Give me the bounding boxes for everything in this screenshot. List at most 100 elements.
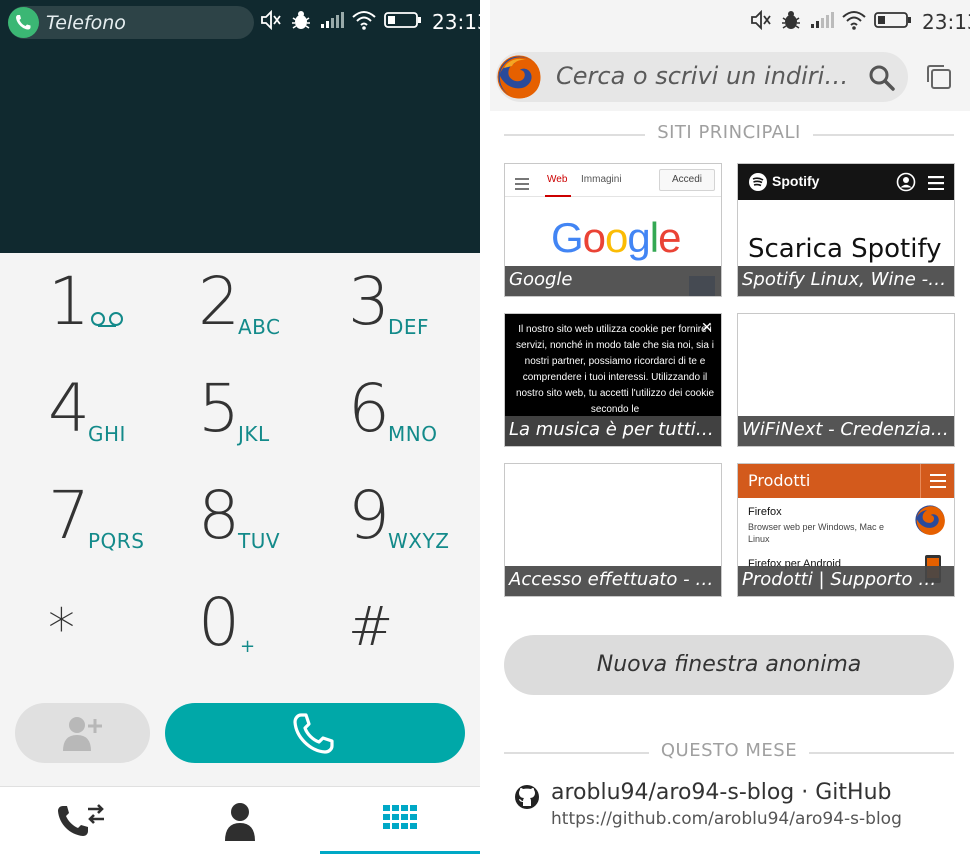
call-button[interactable] bbox=[165, 703, 465, 763]
history-item-url: https://github.com/aroblu94/aro94-s-blog bbox=[551, 809, 902, 829]
key-digit: * bbox=[48, 597, 75, 660]
top-site-tile-products[interactable]: Prodotti Firefox Browser web per Windows… bbox=[737, 463, 955, 597]
top-site-tile-google[interactable]: Web Immagini Accedi Google Google bbox=[504, 163, 722, 297]
tab-contacts[interactable] bbox=[160, 787, 320, 854]
phone-icon bbox=[8, 7, 39, 38]
github-icon bbox=[514, 784, 540, 814]
top-site-tile-spotify[interactable]: Spotify Scarica Spotify Spotify Linux, W… bbox=[737, 163, 955, 297]
browser-app: 23:13 Cerca o scrivi un indiri… SITI PRI bbox=[490, 0, 970, 854]
phone-icon bbox=[291, 711, 337, 759]
tile-caption: WiFiNext - Credenziali … bbox=[738, 416, 954, 446]
key-letters: + bbox=[240, 636, 256, 657]
url-input: Cerca o scrivi un indiri… bbox=[556, 62, 849, 90]
dialer-tab-bar bbox=[0, 786, 480, 854]
tab-keypad[interactable] bbox=[320, 787, 480, 854]
menu-icon bbox=[928, 175, 944, 194]
private-window-button[interactable]: Nuova finestra anonima bbox=[504, 635, 954, 695]
top-site-tile-wifinext[interactable]: WiFiNext - Credenziali … bbox=[737, 313, 955, 447]
search-icon[interactable] bbox=[868, 64, 896, 96]
ongoing-call-pill[interactable]: Telefono bbox=[8, 6, 254, 39]
menu-icon bbox=[920, 464, 954, 498]
key-3[interactable]: 3 DEF bbox=[320, 253, 470, 361]
recents-icon bbox=[56, 803, 106, 845]
call-label: Telefono bbox=[46, 12, 126, 34]
status-bar: Telefono 23:13 bbox=[0, 0, 480, 44]
tile-caption: Accesso effettuato - W… bbox=[505, 566, 721, 596]
top-site-tile-music[interactable]: Il nostro sito web utilizza cookie per f… bbox=[504, 313, 722, 447]
status-bar: 23:13 bbox=[490, 0, 970, 44]
number-display bbox=[0, 44, 480, 253]
muted-speaker-icon bbox=[750, 9, 772, 34]
tab-recents[interactable] bbox=[0, 787, 160, 854]
top-site-tile-login[interactable]: Accesso effettuato - W… bbox=[504, 463, 722, 597]
key-8[interactable]: 8 TUV bbox=[170, 467, 320, 575]
key-digit: 0 bbox=[198, 584, 240, 661]
close-icon: ✕ bbox=[701, 320, 713, 336]
key-digit: 6 bbox=[348, 370, 390, 447]
product-item-title: Firefox bbox=[748, 506, 782, 518]
key-2[interactable]: 2 ABC bbox=[170, 253, 320, 361]
key-4[interactable]: 4 GHI bbox=[20, 360, 170, 468]
tile-caption: La musica è per tutti -… bbox=[505, 416, 721, 446]
google-signin-button: Accedi bbox=[659, 169, 715, 191]
voicemail-icon bbox=[90, 311, 124, 333]
key-letters: TUV bbox=[238, 529, 281, 553]
status-icons: 23:13 bbox=[750, 8, 970, 36]
key-9[interactable]: 9 WXYZ bbox=[320, 467, 470, 575]
add-contact-button[interactable] bbox=[15, 703, 150, 763]
dial-actions bbox=[0, 686, 480, 786]
google-preview-header: Web Immagini Accedi bbox=[505, 164, 721, 197]
key-1[interactable]: 1 bbox=[20, 253, 170, 361]
google-tab-web: Web bbox=[547, 174, 568, 185]
key-digit: 7 bbox=[48, 477, 90, 554]
wifi-icon bbox=[842, 10, 866, 34]
key-digit: 9 bbox=[348, 477, 390, 554]
key-7[interactable]: 7 PQRS bbox=[20, 467, 170, 575]
key-0[interactable]: 0 + bbox=[170, 574, 320, 682]
muted-speaker-icon bbox=[260, 9, 282, 34]
key-digit: 8 bbox=[198, 477, 240, 554]
key-digit: 2 bbox=[198, 263, 240, 340]
add-contact-icon bbox=[61, 713, 105, 757]
keypad: 1 2 ABC 3 DEF 4 GHI 5 JKL 6 MNO 7 PQRS 8… bbox=[0, 253, 480, 685]
status-icons: 23:13 bbox=[260, 8, 480, 36]
keypad-icon bbox=[383, 805, 417, 839]
menu-icon bbox=[515, 175, 529, 194]
tile-caption: Google bbox=[505, 266, 721, 296]
status-time: 23:13 bbox=[432, 10, 480, 34]
key-6[interactable]: 6 MNO bbox=[320, 360, 470, 468]
spotify-headline: Scarica Spotify bbox=[748, 234, 942, 264]
key-hash[interactable]: # bbox=[320, 574, 470, 682]
bug-icon bbox=[290, 9, 312, 35]
key-letters: ABC bbox=[238, 315, 281, 339]
battery-icon bbox=[874, 11, 912, 33]
key-letters: MNO bbox=[388, 422, 438, 446]
dialer-app: Telefono 23:13 1 bbox=[0, 0, 480, 854]
spotify-preview-header: Spotify bbox=[738, 164, 954, 200]
history-title: QUESTO MESE bbox=[648, 740, 810, 761]
history-item[interactable]: aroblu94/aro94-s-blog · GitHub https://g… bbox=[504, 776, 954, 840]
url-bar[interactable]: Cerca o scrivi un indiri… bbox=[496, 52, 908, 102]
firefox-logo-icon bbox=[914, 504, 946, 540]
google-logo: Google bbox=[551, 214, 681, 261]
key-digit: 5 bbox=[198, 370, 240, 447]
firefox-logo-icon bbox=[496, 54, 542, 100]
key-star[interactable]: * bbox=[20, 574, 170, 682]
key-letters: JKL bbox=[238, 422, 270, 446]
tile-caption: Spotify Linux, Wine - D… bbox=[738, 266, 954, 296]
status-time: 23:13 bbox=[922, 10, 970, 34]
bug-icon bbox=[780, 9, 802, 35]
wifi-icon bbox=[352, 10, 376, 34]
battery-icon bbox=[384, 11, 422, 33]
signal-icon bbox=[810, 11, 834, 33]
key-digit: # bbox=[348, 595, 394, 658]
key-letters: GHI bbox=[88, 422, 126, 446]
key-digit: 3 bbox=[348, 263, 390, 340]
cookie-notice-text: Il nostro sito web utilizza cookie per f… bbox=[515, 324, 715, 415]
history-heading: QUESTO MESE bbox=[504, 740, 954, 766]
tile-caption: Prodotti | Supporto M… bbox=[738, 566, 954, 596]
spotify-logo-icon bbox=[748, 172, 768, 196]
tabs-icon[interactable] bbox=[926, 64, 952, 94]
history-item-title: aroblu94/aro94-s-blog · GitHub bbox=[551, 780, 892, 805]
key-5[interactable]: 5 JKL bbox=[170, 360, 320, 468]
